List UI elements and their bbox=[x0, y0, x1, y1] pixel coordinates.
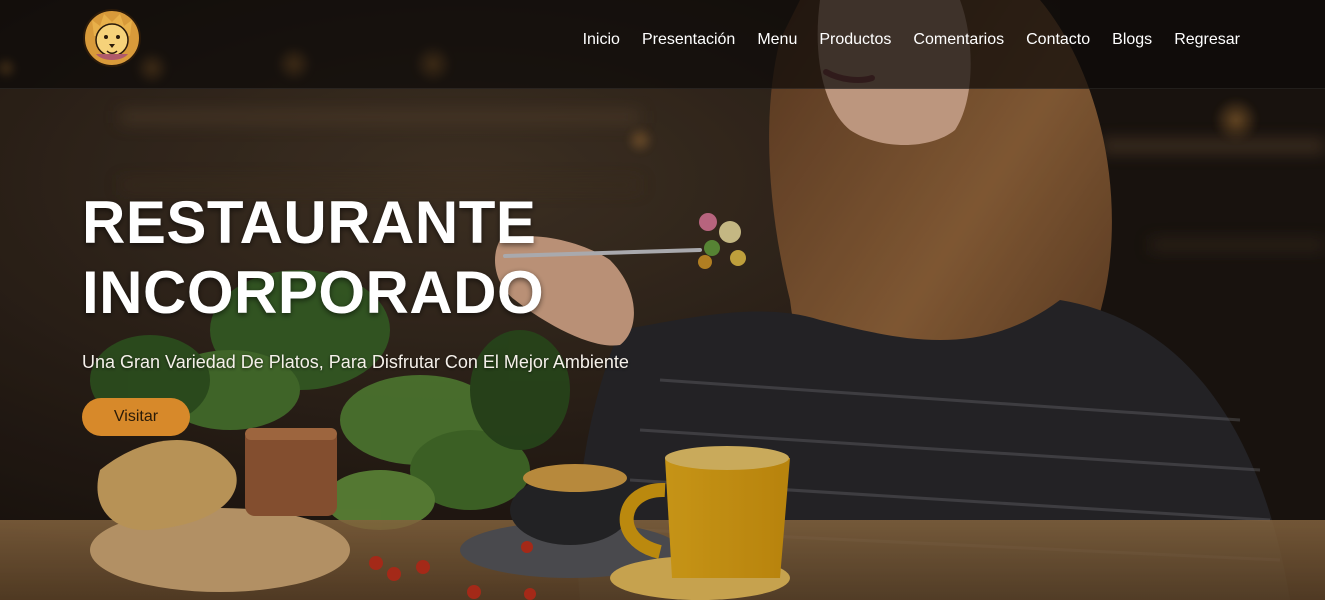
top-navbar: Inicio Presentación Menu Productos Comen… bbox=[0, 0, 1325, 89]
visit-button[interactable]: Visitar bbox=[82, 398, 190, 436]
hero-title: RESTAURANTE INCORPORADO bbox=[82, 188, 545, 328]
hero-title-line1: RESTAURANTE bbox=[82, 189, 537, 256]
hero-title-line2: INCORPORADO bbox=[82, 259, 545, 326]
nav-item-inicio[interactable]: Inicio bbox=[583, 29, 620, 51]
nav-item-contacto[interactable]: Contacto bbox=[1026, 29, 1090, 51]
hero-content: RESTAURANTE INCORPORADO Una Gran Varieda… bbox=[82, 188, 629, 436]
nav-item-menu[interactable]: Menu bbox=[757, 29, 797, 51]
nav-item-regresar[interactable]: Regresar bbox=[1174, 29, 1240, 51]
lion-logo-icon[interactable] bbox=[82, 8, 142, 68]
hero-subtitle: Una Gran Variedad De Platos, Para Disfru… bbox=[82, 352, 629, 372]
nav-item-comentarios[interactable]: Comentarios bbox=[913, 29, 1004, 51]
nav-item-presentacion[interactable]: Presentación bbox=[642, 29, 735, 51]
nav-item-productos[interactable]: Productos bbox=[819, 29, 891, 51]
nav-item-blogs[interactable]: Blogs bbox=[1112, 29, 1152, 51]
nav-menu: Inicio Presentación Menu Productos Comen… bbox=[583, 29, 1240, 51]
hero-section: Inicio Presentación Menu Productos Comen… bbox=[0, 0, 1325, 600]
